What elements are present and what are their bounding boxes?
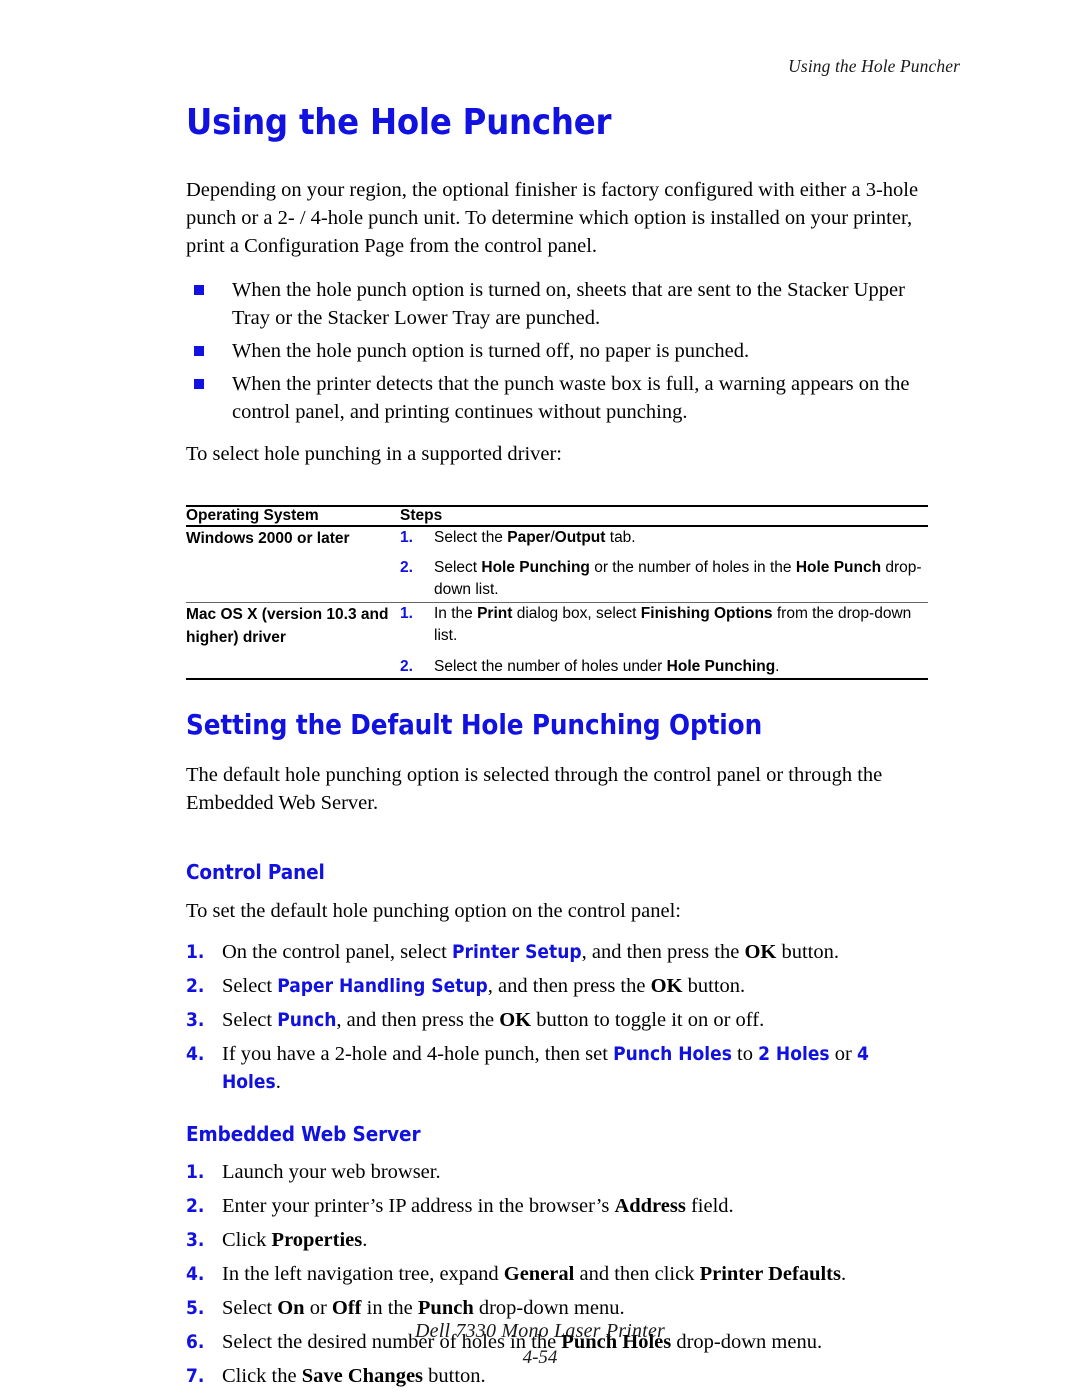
- footer-page-number: 4-54: [522, 1347, 558, 1368]
- driver-lead-in: To select hole punching in a supported d…: [186, 443, 563, 466]
- step-number: 1.: [186, 941, 205, 964]
- emphasis-term: On: [277, 1296, 305, 1319]
- table-cell-operating-system: Mac OS X (version 10.3 and higher) drive…: [186, 605, 389, 647]
- table-header-row: Operating System Steps: [186, 505, 928, 526]
- web-server-step: 3. Click Properties.: [186, 1227, 931, 1255]
- control-panel-step: 4. If you have a 2-hole and 4-hole punch,…: [186, 1041, 931, 1097]
- emphasis-term: Punch: [417, 1296, 474, 1319]
- step-text: Select On or Off in the Punch drop-down …: [222, 1296, 625, 1319]
- table-step-text: Select the Paper/Output tab.: [434, 528, 636, 546]
- table-step-number: 2.: [400, 657, 413, 675]
- step-text: Click Properties.: [222, 1229, 368, 1252]
- step-number: 1.: [186, 1161, 205, 1184]
- driver-steps-table: Operating System Steps Windows 2000 or l…: [186, 505, 928, 682]
- list-item: When the hole punch option is turned on,…: [186, 276, 931, 332]
- web-server-step: 4. In the left navigation tree, expand Ge…: [186, 1261, 931, 1289]
- emphasis-term: Address: [614, 1195, 686, 1218]
- web-server-step: 5. Select On or Off in the Punch drop-dow…: [186, 1295, 931, 1323]
- step-text: On the control panel, select Printer Set…: [222, 941, 839, 964]
- table-column-operating-system: Operating System: [186, 506, 319, 524]
- step-text: Select Paper Handling Setup, and then pr…: [222, 975, 746, 998]
- web-server-step: 1. Launch your web browser.: [186, 1159, 931, 1187]
- intro-paragraph: Depending on your region, the optional f…: [186, 178, 919, 257]
- feature-bullet-list: When the hole punch option is turned on,…: [186, 276, 931, 426]
- step-text: Launch your web browser.: [222, 1161, 441, 1184]
- table-cell-steps: 1. Select the Paper/Output tab. 2. Select H…: [400, 526, 928, 603]
- emphasis-term: Printer Defaults: [699, 1262, 841, 1285]
- step-text: Select Punch, and then press the OK butt…: [222, 1009, 765, 1032]
- square-bullet-icon: [194, 379, 204, 390]
- step-text: If you have a 2-hole and 4-hole punch, t…: [222, 1042, 869, 1093]
- web-server-step: 2. Enter your printer’s IP address in the…: [186, 1193, 931, 1221]
- control-panel-step: 2. Select Paper Handling Setup, and then …: [186, 973, 931, 1001]
- step-number: 2.: [186, 975, 205, 998]
- table-step: 1. Select the Paper/Output tab.: [400, 527, 928, 549]
- table-body: Windows 2000 or later 1. Select the Paper/…: [186, 525, 928, 682]
- document-page: Using the Hole Puncher Using the Hole Pu…: [0, 0, 1080, 1397]
- square-bullet-icon: [194, 346, 204, 357]
- table-step-number: 1.: [400, 528, 413, 546]
- footer-product-name: Dell 7330 Mono Laser Printer: [414, 1320, 666, 1342]
- emphasis-term: Properties: [271, 1229, 363, 1252]
- table-step: 2. Select Hole Punching or the number of …: [400, 557, 928, 602]
- page-content: Using the Hole Puncher Depending on your…: [186, 104, 931, 1396]
- step-number: 3.: [186, 1009, 205, 1032]
- emphasis-term: Off: [331, 1296, 362, 1319]
- ui-term: Punch: [277, 1009, 337, 1032]
- table-step: 1. In the Print dialog box, select Finish…: [400, 603, 928, 648]
- ui-term: Punch Holes: [613, 1042, 732, 1065]
- square-bullet-icon: [194, 285, 204, 296]
- table-cell-operating-system: Windows 2000 or later: [186, 529, 350, 547]
- table-step-text: Select Hole Punching or the number of ho…: [434, 558, 922, 599]
- page-footer: Dell 7330 Mono Laser Printer 4-54: [0, 1320, 1080, 1369]
- emphasis-term: OK: [744, 941, 777, 964]
- emphasis-term: General: [503, 1262, 575, 1285]
- emphasis-term: OK: [650, 975, 683, 998]
- control-panel-lead-in: To set the default hole punching option …: [186, 900, 682, 923]
- list-item-text: When the hole punch option is turned on,…: [232, 279, 905, 330]
- step-number: 5.: [186, 1296, 205, 1319]
- list-item: When the hole punch option is turned off…: [186, 337, 931, 365]
- control-panel-step: 1. On the control panel, select Printer S…: [186, 939, 931, 967]
- section-heading-default-hole-punching: Setting the Default Hole Punching Option: [186, 709, 763, 742]
- page-title: Using the Hole Puncher: [186, 102, 612, 143]
- step-number: 4.: [186, 1042, 205, 1065]
- ui-term: Printer Setup: [451, 941, 582, 964]
- step-text: Enter your printer’s IP address in the b…: [222, 1195, 734, 1218]
- list-item-text: When the printer detects that the punch …: [232, 373, 910, 424]
- control-panel-step: 3. Select Punch, and then press the OK bu…: [186, 1007, 931, 1035]
- table-step-text: Select the number of holes under Hole Pu…: [434, 657, 780, 675]
- list-item: When the printer detects that the punch …: [186, 370, 931, 426]
- running-header: Using the Hole Puncher: [788, 56, 960, 76]
- table-step: 2. Select the number of holes under Hole …: [400, 656, 928, 678]
- table-column-steps: Steps: [400, 506, 443, 524]
- step-number: 3.: [186, 1229, 205, 1252]
- step-number: 4.: [186, 1262, 205, 1285]
- table-cell-steps: 1. In the Print dialog box, select Finish…: [400, 602, 928, 679]
- control-panel-step-list: 1. On the control panel, select Printer S…: [186, 939, 931, 1096]
- step-text: In the left navigation tree, expand Gene…: [222, 1262, 847, 1285]
- list-item-text: When the hole punch option is turned off…: [232, 340, 750, 363]
- section-default-intro: The default hole punching option is sele…: [186, 763, 883, 814]
- emphasis-term: OK: [499, 1009, 532, 1032]
- table-bottom-rule: [186, 679, 928, 682]
- table-step-number: 2.: [400, 558, 413, 576]
- table-step-number: 1.: [400, 604, 413, 622]
- subheading-embedded-web-server: Embedded Web Server: [186, 1121, 421, 1146]
- step-number: 2.: [186, 1195, 205, 1218]
- table-step-text: In the Print dialog box, select Finishin…: [434, 604, 912, 645]
- ui-term: Paper Handling Setup: [277, 975, 488, 998]
- table-row: Mac OS X (version 10.3 and higher) drive…: [186, 602, 928, 679]
- ui-term: 2 Holes: [758, 1042, 830, 1065]
- subheading-control-panel: Control Panel: [186, 859, 325, 884]
- table-row: Windows 2000 or later 1. Select the Paper/…: [186, 525, 928, 603]
